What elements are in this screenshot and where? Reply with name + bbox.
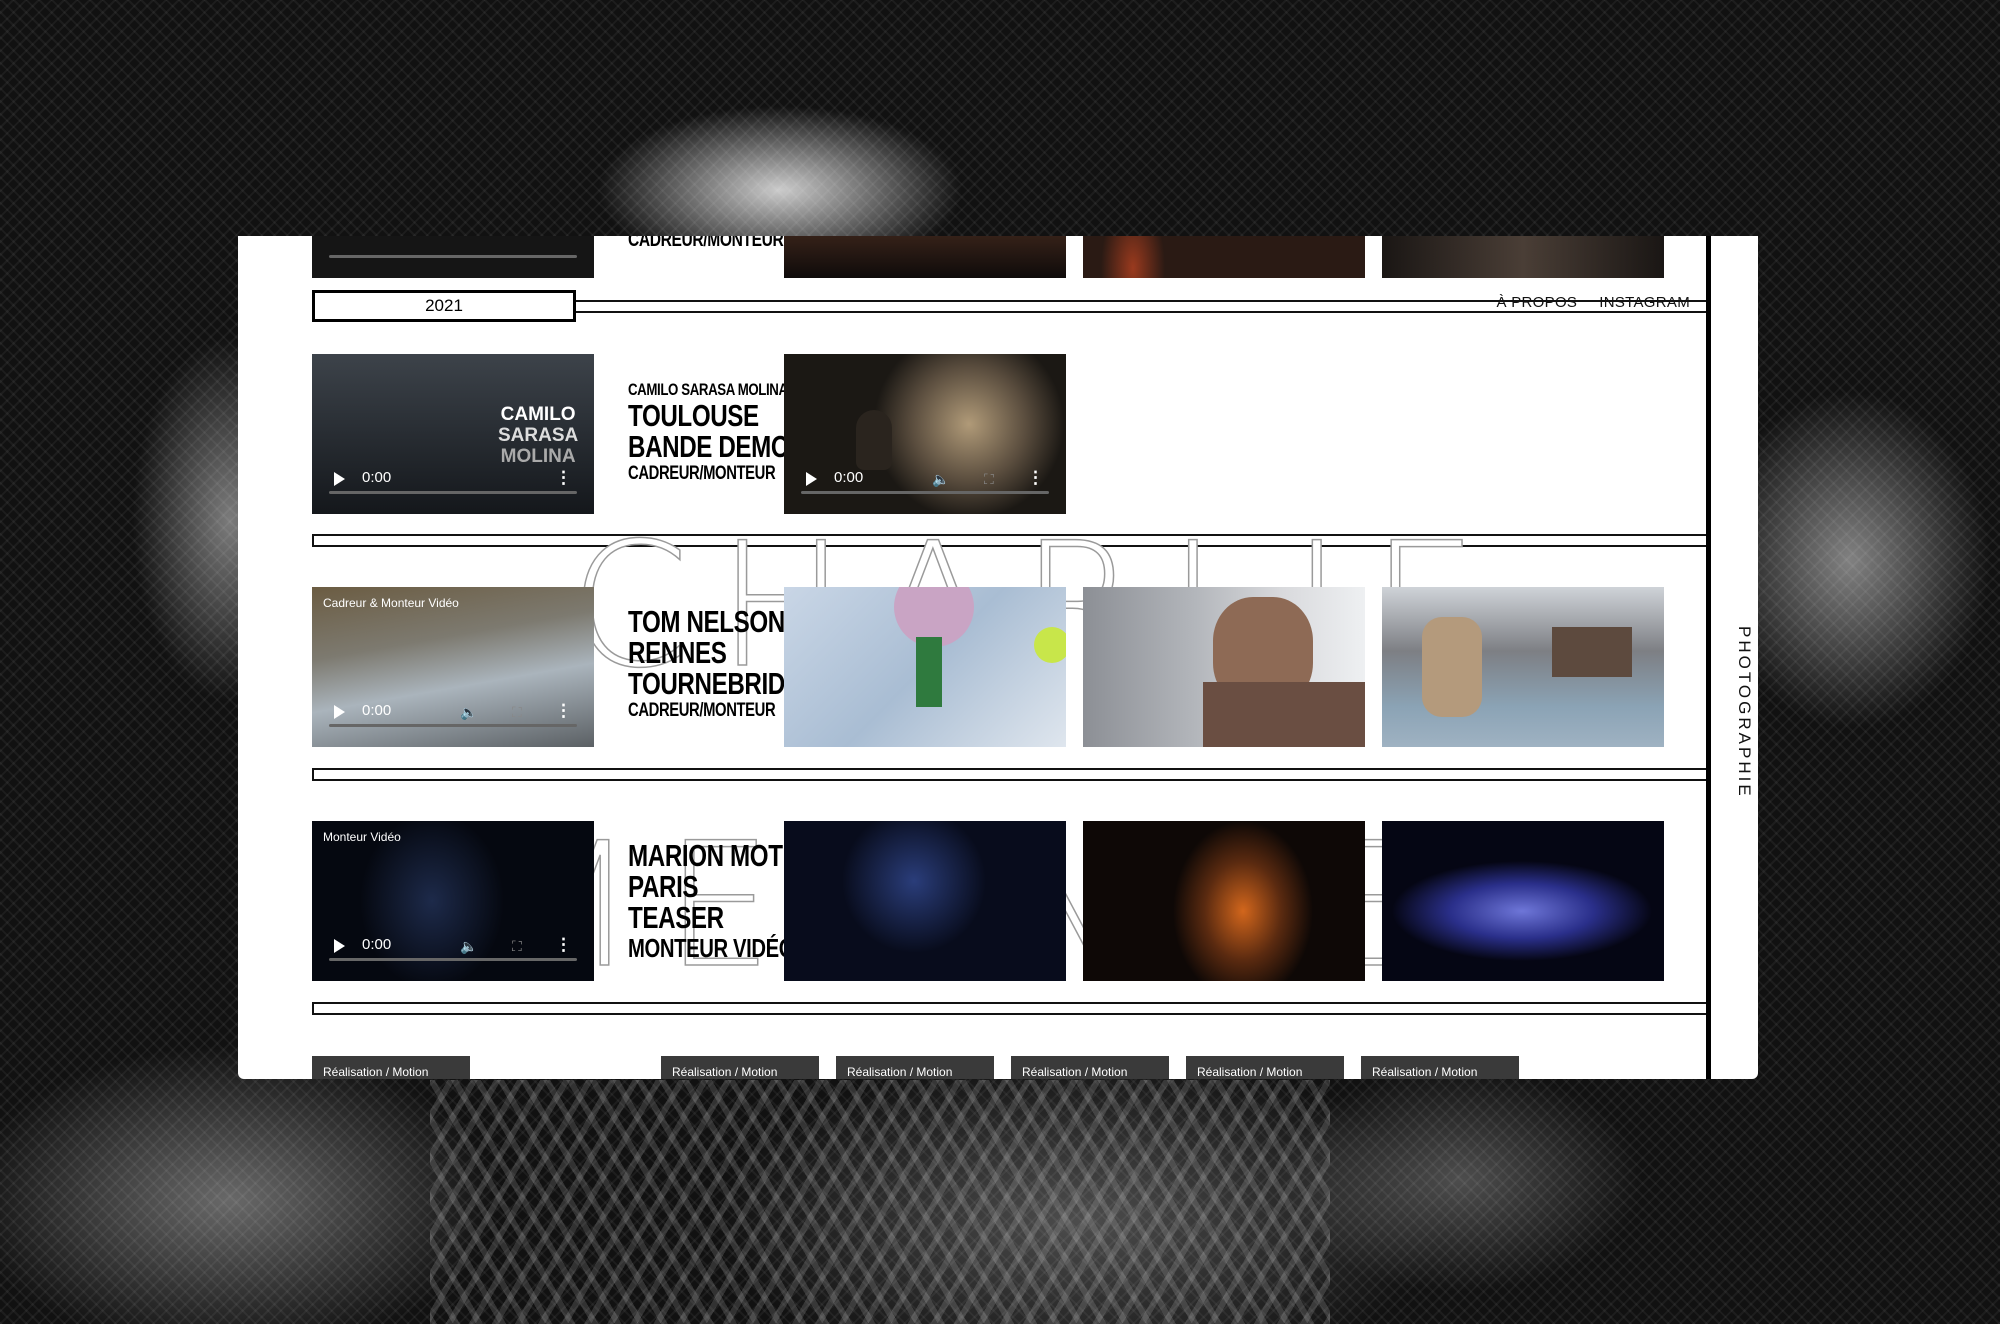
- project-video-player[interactable]: Monteur Vidéo 0:00 🔈 ⛶ ⋮: [312, 821, 594, 981]
- video-overlay-text: SARASA: [498, 425, 579, 446]
- project-info: MARION MOTIN PARIS TEASER MONTEUR VIDÉO: [628, 840, 806, 964]
- project-info: CAMILO SARASA MOLINA TOULOUSE BANDE DEMO…: [628, 380, 790, 486]
- more-options-icon[interactable]: ⋮: [1027, 468, 1044, 488]
- volume-icon[interactable]: 🔈: [932, 471, 949, 488]
- video-caption: Monteur Vidéo: [323, 830, 401, 844]
- motion-thumbnail[interactable]: Réalisation / Motion: [661, 1056, 819, 1079]
- top-project-role: CADREUR/MONTEUR: [628, 236, 784, 251]
- project-info: TOM NELSON RENNES TOURNEBRIDE CADREUR/MO…: [628, 606, 801, 723]
- project-photo[interactable]: [784, 587, 1066, 747]
- website-viewport: CADREUR/MONTEUR 2021 À PROPOS INSTAGRAM …: [238, 236, 1758, 1079]
- project-role: MONTEUR VIDÉO: [628, 933, 795, 963]
- project-title: TEASER: [628, 900, 724, 935]
- more-options-icon[interactable]: ⋮: [555, 468, 572, 488]
- project-video-player[interactable]: CAMILO SARASA MOLINA 0:00 ⋮: [312, 354, 594, 514]
- motion-thumbnail[interactable]: Réalisation / Motion: [312, 1056, 470, 1079]
- section-divider-bar: [312, 534, 1706, 547]
- project-artist: CAMILO SARASA MOLINA: [628, 380, 788, 399]
- top-video-player[interactable]: [312, 236, 594, 278]
- nav-link-instagram[interactable]: INSTAGRAM: [1599, 294, 1690, 311]
- video-overlay-text: CAMILO: [500, 404, 576, 425]
- video-time: 0:00: [362, 702, 392, 719]
- video-time: 0:00: [834, 469, 864, 486]
- video-time: 0:00: [362, 469, 392, 486]
- fullscreen-icon[interactable]: ⛶: [512, 704, 522, 721]
- video-progress[interactable]: [329, 255, 577, 258]
- project-artist: TOM NELSON: [628, 604, 785, 639]
- video-progress[interactable]: [329, 958, 577, 961]
- section-divider-bar: [312, 1002, 1706, 1015]
- volume-icon[interactable]: 🔈: [460, 704, 477, 721]
- project-photo[interactable]: [784, 821, 1066, 981]
- year-label: 2021: [312, 290, 576, 322]
- top-thumbnail-1[interactable]: [784, 236, 1066, 278]
- project-city: TOULOUSE: [628, 398, 759, 433]
- motion-thumbnail[interactable]: Réalisation / Motion: [1011, 1056, 1169, 1079]
- motion-thumbnail[interactable]: Réalisation / Motion: [1361, 1056, 1519, 1079]
- motion-thumbnail[interactable]: Réalisation / Motion: [836, 1056, 994, 1079]
- more-options-icon[interactable]: ⋮: [555, 935, 572, 955]
- photographie-section-link[interactable]: PHOTOGRAPHIE: [1734, 626, 1754, 799]
- video-caption: Cadreur & Monteur Vidéo: [323, 596, 459, 610]
- project-video-player[interactable]: Cadreur & Monteur Vidéo 0:00 🔈 ⛶ ⋮: [312, 587, 594, 747]
- nav-link-about[interactable]: À PROPOS: [1496, 294, 1577, 311]
- motion-thumbnail[interactable]: Réalisation / Motion: [1186, 1056, 1344, 1079]
- video-progress[interactable]: [329, 724, 577, 727]
- project-photo[interactable]: [1382, 821, 1664, 981]
- right-rail-divider: [1706, 236, 1711, 1079]
- top-thumbnail-3[interactable]: [1382, 236, 1664, 278]
- project-photo[interactable]: [1083, 587, 1365, 747]
- project-photo[interactable]: [1382, 587, 1664, 747]
- play-icon[interactable]: [334, 705, 345, 719]
- fullscreen-icon[interactable]: ⛶: [984, 471, 994, 488]
- project-title: TOURNEBRIDE: [628, 666, 801, 701]
- play-icon[interactable]: [334, 939, 345, 953]
- video-time: 0:00: [362, 936, 392, 953]
- volume-icon[interactable]: 🔈: [460, 938, 477, 955]
- video-progress[interactable]: [329, 491, 577, 494]
- main-nav: À PROPOS INSTAGRAM: [1496, 294, 1690, 311]
- play-icon[interactable]: [334, 472, 345, 486]
- project-city: RENNES: [628, 635, 727, 670]
- more-options-icon[interactable]: ⋮: [555, 701, 572, 721]
- project-role: CADREUR/MONTEUR: [628, 463, 776, 484]
- play-icon[interactable]: [806, 472, 817, 486]
- project-video-player-2[interactable]: 0:00 🔈 ⛶ ⋮: [784, 354, 1066, 514]
- project-artist: MARION MOTIN: [628, 838, 806, 873]
- top-thumbnail-2[interactable]: [1083, 236, 1365, 278]
- project-title: BANDE DEMO: [628, 429, 790, 464]
- project-photo[interactable]: [1083, 821, 1365, 981]
- section-divider-bar: [312, 768, 1706, 781]
- fullscreen-icon[interactable]: ⛶: [512, 938, 522, 955]
- video-progress[interactable]: [801, 491, 1049, 494]
- project-city: PARIS: [628, 869, 699, 904]
- project-role: CADREUR/MONTEUR: [628, 700, 776, 721]
